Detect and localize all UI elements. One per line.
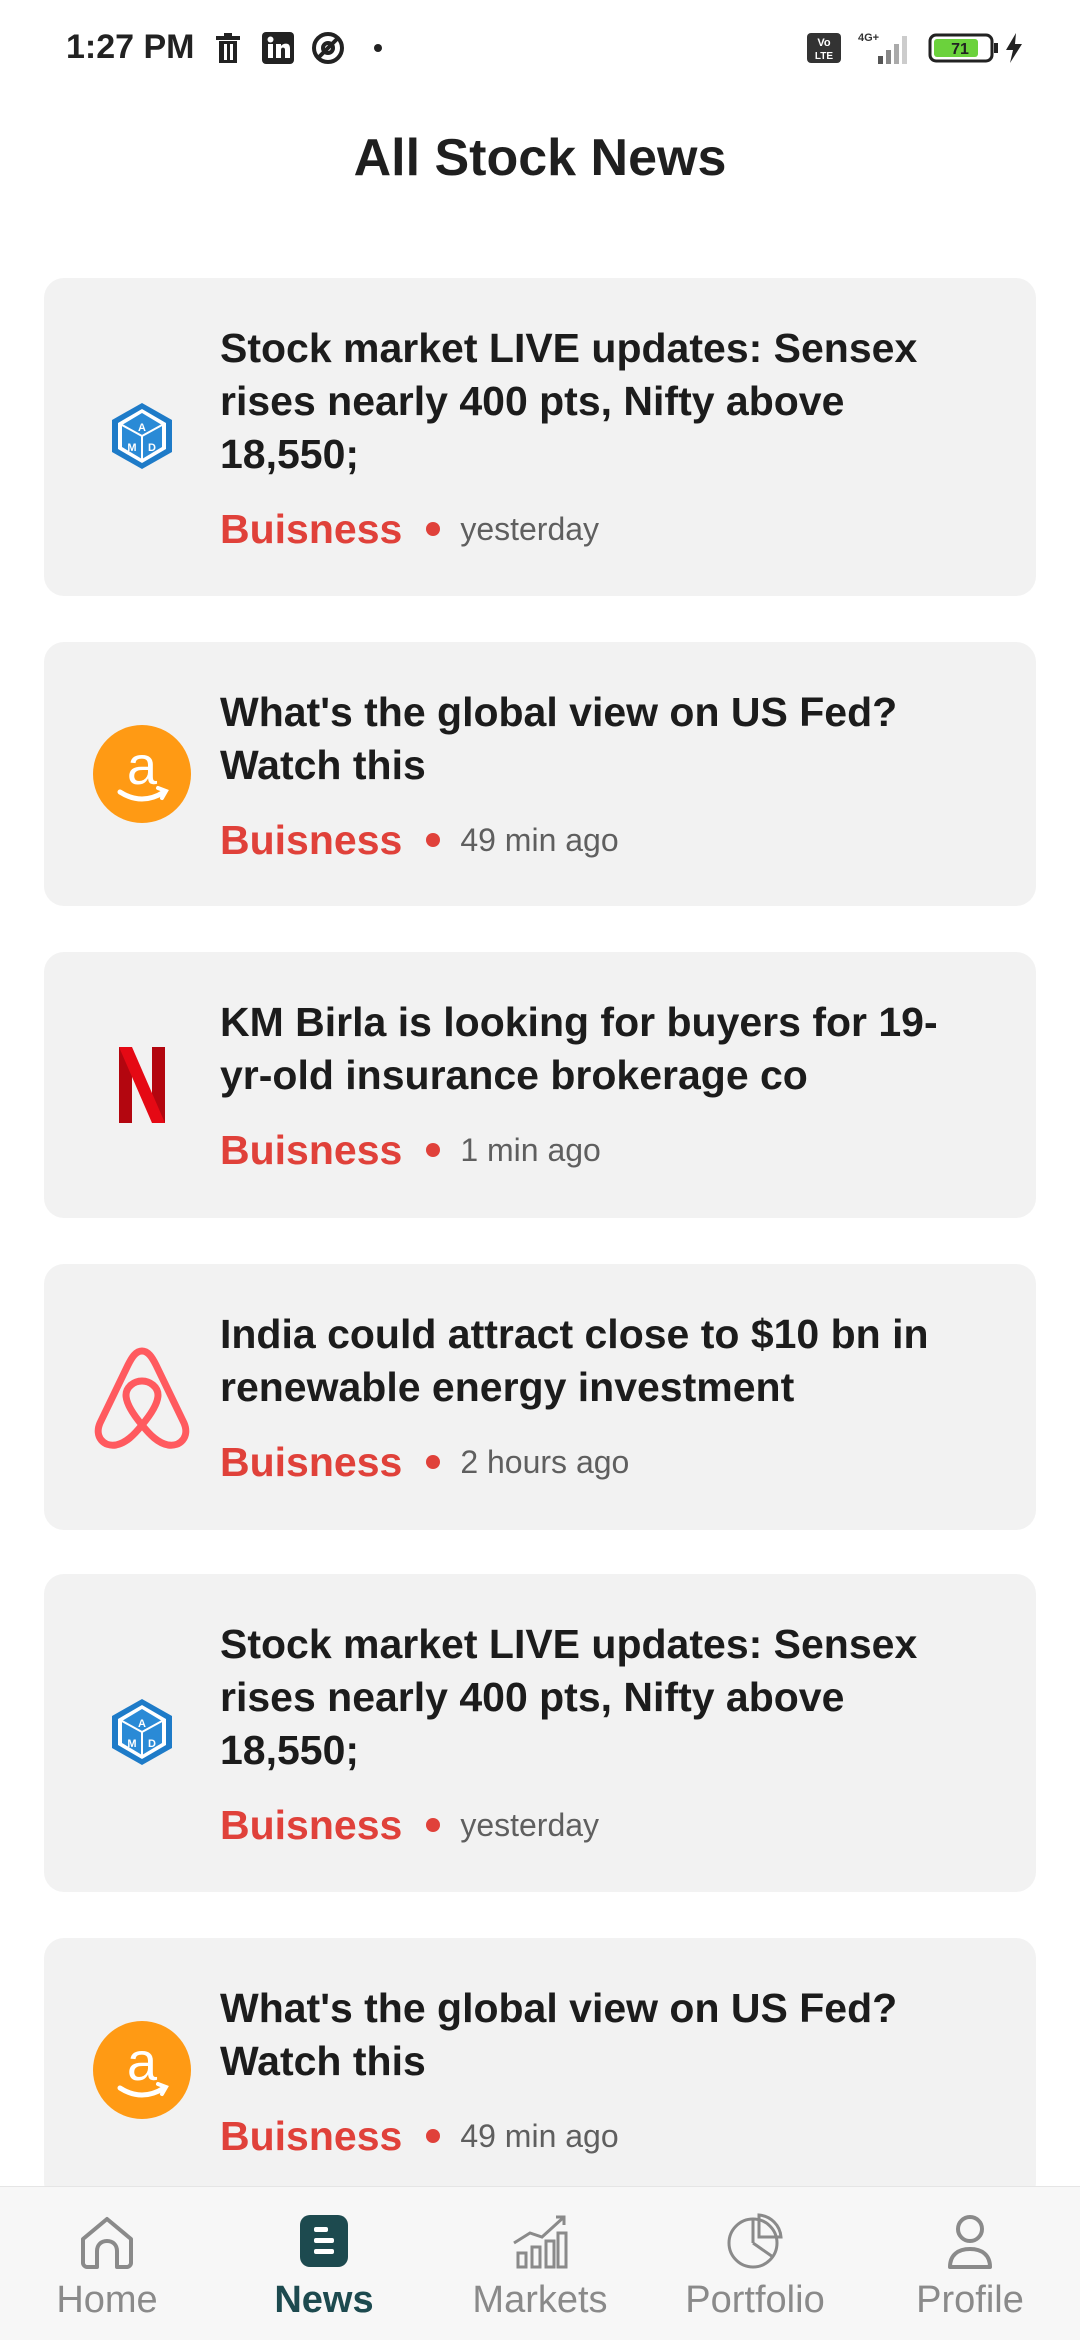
netflix-logo-icon [92,1035,192,1135]
news-category: Buisness [220,505,403,552]
airbnb-logo-icon [92,1347,192,1449]
nav-label-news: News [274,2279,374,2321]
markets-icon [513,2215,568,2269]
news-headline: Stock market LIVE updates: Sensex rises … [220,325,918,477]
news-card[interactable]: a What's the global view on US Fed? Watc… [44,642,1036,906]
news-time: 49 min ago [460,2117,619,2154]
volte-icon: Vo LTE [806,30,842,66]
news-headline: What's the global view on US Fed? Watch … [220,689,898,788]
svg-text:LTE: LTE [815,51,833,62]
nav-item-markets[interactable]: Markets [440,2187,640,2340]
bottom-nav: Home News Markets Portfolio Profile [0,2186,1080,2340]
nav-label-portfolio: Portfolio [685,2279,825,2321]
nav-item-news[interactable]: News [224,2187,424,2340]
news-meta: Buisness 1 min ago [220,1124,976,1176]
battery-level: 71 [951,41,969,58]
news-card[interactable]: KM Birla is looking for buyers for 19-yr… [44,952,1036,1218]
battery-icon: 71 [928,30,1000,66]
svg-text:D: D [148,1738,156,1750]
news-category: Buisness [220,1126,403,1173]
nav-item-home[interactable]: Home [7,2187,207,2340]
nav-item-profile[interactable]: Profile [870,2187,1070,2340]
news-card[interactable]: A M D Stock market LIVE updates: Sensex … [44,1574,1036,1892]
news-category: Buisness [220,2112,403,2159]
separator-dot [426,1143,441,1157]
news-meta: Buisness 2 hours ago [220,1436,976,1488]
separator-dot [426,1818,441,1832]
news-time: yesterday [460,1806,600,1843]
amazon-logo-icon: a [92,724,192,824]
svg-text:A: A [138,422,146,434]
news-card[interactable]: India could attract close to $10 bn in r… [44,1264,1036,1530]
svg-text:a: a [127,736,158,796]
charging-bolt-icon [1002,30,1026,66]
svg-text:M: M [127,1738,136,1750]
app-screen: 1:27 PM Vo LTE 4G+ 71 All Stock News A M… [0,0,1080,2340]
news-card[interactable]: A M D Stock market LIVE updates: Sensex … [44,278,1036,596]
svg-text:a: a [127,2032,158,2092]
nav-label-home: Home [56,2279,158,2321]
status-time: 1:27 PM [66,28,195,66]
nav-item-portfolio[interactable]: Portfolio [655,2187,855,2340]
news-meta: Buisness 49 min ago [220,2110,976,2162]
news-headline: KM Birla is looking for buyers for 19-yr… [220,999,938,1098]
separator-dot [426,1455,441,1469]
separator-dot [426,522,441,536]
notification-dot [374,44,382,52]
separator-dot [426,2129,441,2143]
nav-label-markets: Markets [472,2279,608,2321]
amd-logo-icon: A M D [92,1682,192,1782]
amd-logo-icon: A M D [92,386,192,486]
network-type: 4G+ [858,32,879,44]
news-headline: India could attract close to $10 bn in r… [220,1311,929,1410]
news-time: 1 min ago [460,1131,601,1168]
portfolio-icon [727,2213,783,2269]
news-card[interactable]: a What's the global view on US Fed? Watc… [44,1938,1036,2186]
news-time: yesterday [460,510,600,547]
page-title: All Stock News [353,129,727,187]
news-time: 2 hours ago [460,1443,630,1480]
profile-icon [948,2215,992,2269]
news-feed[interactable]: A M D Stock market LIVE updates: Sensex … [44,278,1036,2186]
svg-text:D: D [148,442,156,454]
news-headline: What's the global view on US Fed? Watch … [220,1985,898,2084]
linkedin-icon [260,30,296,66]
news-category: Buisness [220,1801,403,1848]
news-category: Buisness [220,816,403,863]
svg-text:A: A [138,1718,146,1730]
at-sign-icon [310,30,346,66]
signal-icon: 4G+ [856,30,916,66]
news-meta: Buisness yesterday [220,1799,976,1851]
news-headline: Stock market LIVE updates: Sensex rises … [220,1621,918,1773]
amazon-logo-icon: a [92,2020,192,2120]
news-time: 49 min ago [460,821,619,858]
svg-text:M: M [127,442,136,454]
news-meta: Buisness 49 min ago [220,814,976,866]
status-bar: 1:27 PM Vo LTE 4G+ 71 [0,0,1080,100]
svg-text:Vo: Vo [817,37,831,49]
news-category: Buisness [220,1438,403,1485]
nav-label-profile: Profile [916,2279,1024,2321]
separator-dot [426,833,441,847]
home-icon [81,2217,133,2269]
news-icon [300,2215,348,2267]
news-meta: Buisness yesterday [220,503,976,555]
trash-icon [212,30,244,66]
